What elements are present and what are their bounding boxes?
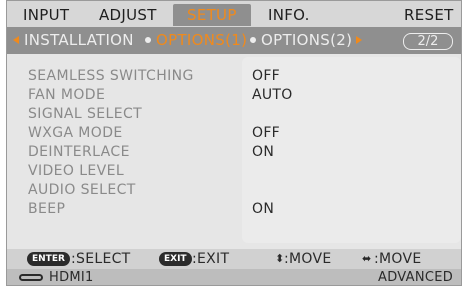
setting-label-deinterlace[interactable]: DEINTERLACE <box>28 144 130 160</box>
hdmi-port-icon <box>19 274 43 281</box>
enter-key-badge: ENTER <box>27 252 70 266</box>
page-indicator: 2/2 <box>403 33 453 50</box>
setting-value-fan-mode[interactable]: AUTO <box>252 87 293 103</box>
left-right-arrow-icon: ⬌ <box>362 252 372 265</box>
move-horizontal-hint-label: :MOVE <box>374 251 422 267</box>
settings-panel: SEAMLESS SWITCHING OFF FAN MODE AUTO SIG… <box>20 57 461 243</box>
status-bar: HDMI1 ADVANCED <box>7 269 461 285</box>
setting-value-beep[interactable]: ON <box>252 201 274 217</box>
subtab-options-2[interactable]: OPTIONS(2) <box>261 27 352 54</box>
separator-dot-icon <box>250 37 256 43</box>
setting-label-wxga-mode[interactable]: WXGA MODE <box>28 125 123 141</box>
setting-label-beep[interactable]: BEEP <box>28 201 65 217</box>
setting-label-video-level[interactable]: VIDEO LEVEL <box>28 163 124 179</box>
setting-label-signal-select[interactable]: SIGNAL SELECT <box>28 106 142 122</box>
values-column <box>242 57 461 243</box>
subtab-installation[interactable]: INSTALLATION <box>24 27 134 54</box>
tab-info[interactable]: INFO. <box>268 4 310 26</box>
setting-value-seamless-switching[interactable]: OFF <box>252 68 280 84</box>
tab-input[interactable]: INPUT <box>23 4 69 26</box>
main-tab-bar: INPUT ADJUST SETUP INFO. RESET <box>7 1 461 27</box>
tab-adjust[interactable]: ADJUST <box>99 4 157 26</box>
setting-label-audio-select[interactable]: AUDIO SELECT <box>28 182 136 198</box>
setting-value-wxga-mode[interactable]: OFF <box>252 125 280 141</box>
input-source-label: HDMI1 <box>49 270 94 285</box>
setting-value-deinterlace[interactable]: ON <box>252 144 274 160</box>
key-hint-bar: ENTER :SELECT EXIT :EXIT ⬍ :MOVE ⬌ :MOVE <box>7 249 461 269</box>
setting-label-fan-mode[interactable]: FAN MODE <box>28 87 105 103</box>
tab-setup[interactable]: SETUP <box>173 4 251 26</box>
separator-dot-icon <box>145 37 151 43</box>
exit-key-badge: EXIT <box>159 252 192 266</box>
subtab-options-1[interactable]: OPTIONS(1) <box>156 27 247 54</box>
exit-hint-label: :EXIT <box>192 251 230 267</box>
up-down-arrow-icon: ⬍ <box>275 252 285 265</box>
menu-mode-label: ADVANCED <box>378 270 454 285</box>
tab-reset[interactable]: RESET <box>404 4 454 26</box>
projector-menu: INPUT ADJUST SETUP INFO. RESET INSTALLAT… <box>6 0 462 286</box>
sub-tab-bar: INSTALLATION OPTIONS(1) OPTIONS(2) 2/2 <box>7 27 461 54</box>
enter-hint-label: :SELECT <box>71 251 131 267</box>
move-vertical-hint-label: :MOVE <box>284 251 332 267</box>
left-arrow-icon[interactable] <box>13 36 19 44</box>
right-arrow-icon[interactable] <box>356 36 362 44</box>
setting-label-seamless-switching[interactable]: SEAMLESS SWITCHING <box>28 68 194 84</box>
